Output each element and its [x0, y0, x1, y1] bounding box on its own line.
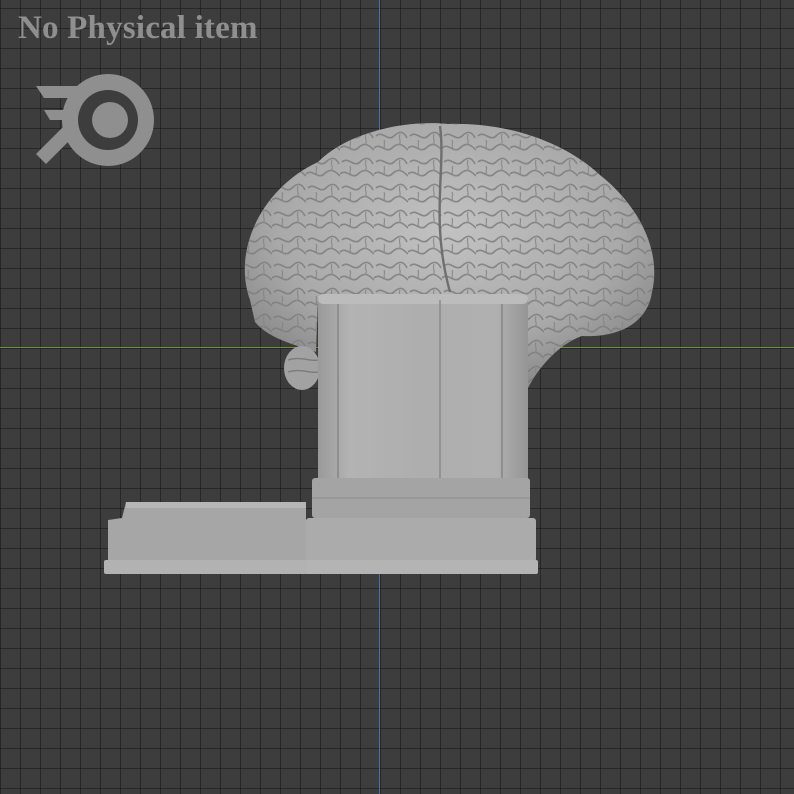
blender-logo-icon: [36, 74, 154, 166]
tray-icon: [104, 502, 306, 574]
watermark-text: No Physical item: [18, 10, 258, 46]
3d-viewport[interactable]: No Physical item: [0, 0, 794, 794]
column-base-icon: [304, 294, 538, 574]
